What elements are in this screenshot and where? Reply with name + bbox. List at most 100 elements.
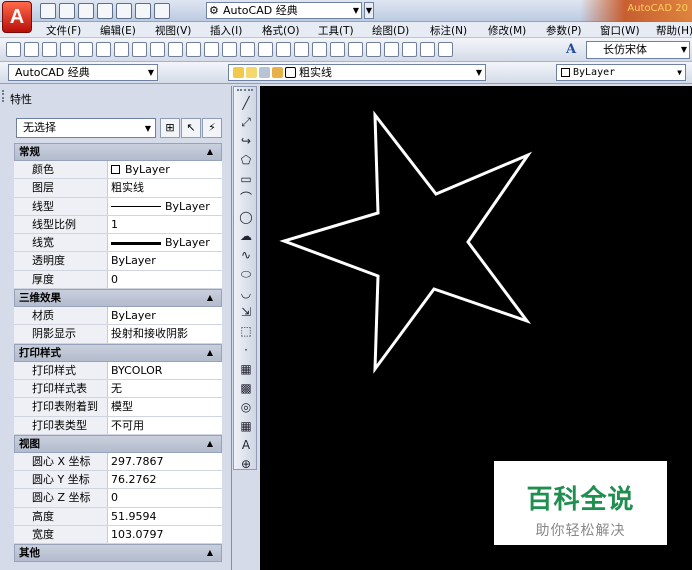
properties-icon[interactable] [330,42,345,57]
property-value[interactable]: 51.9594 [108,507,222,526]
property-value[interactable]: 0 [108,270,222,289]
menu-item[interactable]: 视图(V) [155,23,191,38]
menu-item[interactable]: 文件(F) [46,23,81,38]
property-value[interactable]: 模型 [108,398,222,416]
undo-icon[interactable] [222,42,237,57]
application-menu-button[interactable]: A [2,1,32,33]
publish-icon[interactable] [96,42,111,57]
construction-line-icon[interactable]: ⤢ [238,114,254,130]
color-dropdown[interactable]: ByLayer ▼ [556,64,686,81]
new-icon[interactable] [6,42,21,57]
help-icon[interactable] [438,42,453,57]
property-value[interactable]: 粗实线 [108,179,222,197]
revision-cloud-icon[interactable]: ☁ [238,228,254,244]
line-icon[interactable]: ╱ [238,95,254,111]
markup-icon[interactable] [402,42,417,57]
qat-customize-button[interactable]: ▼ [364,2,374,19]
section-header[interactable]: 常规 ▲ [14,143,222,161]
property-row[interactable]: 圆心 X 坐标 297.7867 [14,452,222,472]
property-value[interactable]: ByLayer [108,252,222,270]
property-row[interactable]: 透明度 ByLayer [14,252,222,271]
property-value[interactable]: 0 [108,489,222,507]
menu-item[interactable]: 工具(T) [318,23,354,38]
undo-icon[interactable] [135,3,151,19]
star-shape[interactable] [279,110,533,374]
property-row[interactable]: 宽度 103.0797 [14,526,222,545]
property-value[interactable]: BYCOLOR [108,361,222,379]
menu-item[interactable]: 窗口(W) [600,23,640,38]
save-icon[interactable] [42,42,57,57]
block-editor-icon[interactable] [204,42,219,57]
zoom-previous-icon[interactable] [312,42,327,57]
property-row[interactable]: 厚度 0 [14,270,222,290]
toggle-pickadd-button[interactable]: ⊞ [160,118,180,138]
design-center-icon[interactable] [348,42,363,57]
property-row[interactable]: 圆心 Z 坐标 0 [14,489,222,508]
zoom-realtime-icon[interactable] [276,42,291,57]
property-row[interactable]: 打印表附着到 模型 [14,398,222,417]
section-header[interactable]: 其他 ▲ [14,544,222,563]
calculator-icon[interactable] [420,42,435,57]
zoom-window-icon[interactable] [294,42,309,57]
cut-icon[interactable] [132,42,147,57]
section-header[interactable]: 打印样式 ▲ [14,343,222,362]
menu-item[interactable]: 帮助(H) [656,23,692,38]
section-header[interactable]: 视图 ▲ [14,434,222,453]
polyline-icon[interactable]: ↪ [238,133,254,149]
property-row[interactable]: 打印样式 BYCOLOR [14,361,222,380]
property-row[interactable]: 颜色 ByLayer [14,161,222,180]
spline-icon[interactable]: ∿ [238,247,254,263]
insert-block-icon[interactable]: ⇲ [238,304,254,320]
ellipse-arc-icon[interactable]: ◡ [238,285,254,301]
save-icon[interactable] [78,3,94,19]
property-value[interactable]: 76.2762 [108,471,222,489]
property-value[interactable]: 投射和接收阴影 [108,325,222,343]
circle-icon[interactable]: ◯ [238,209,254,225]
ellipse-icon[interactable]: ⬭ [238,266,254,282]
section-header[interactable]: 三维效果 ▲ [14,289,222,308]
workspace-dropdown-2[interactable]: AutoCAD 经典 ▼ [8,64,158,81]
open-icon[interactable] [59,3,75,19]
hatch-icon[interactable]: ▦ [238,361,254,377]
print-icon[interactable] [60,42,75,57]
select-objects-button[interactable]: ↖ [181,118,201,138]
property-row[interactable]: 线型比例 1 [14,215,222,235]
redo-icon[interactable] [240,42,255,57]
property-row[interactable]: 线型 ByLayer [14,197,222,216]
rectangle-icon[interactable]: ▭ [238,171,254,187]
property-value[interactable]: 1 [108,215,222,234]
multiline-text-icon[interactable]: A [238,437,254,453]
text-style-icon[interactable]: A [566,42,583,58]
selection-dropdown[interactable]: 无选择 ▼ [16,118,156,138]
property-value[interactable]: 103.0797 [108,526,222,544]
new-icon[interactable] [40,3,56,19]
quick-select-button[interactable]: ⚡ [202,118,222,138]
property-row[interactable]: 圆心 Y 坐标 76.2762 [14,471,222,490]
property-row[interactable]: 打印表类型 不可用 [14,416,222,435]
pan-icon[interactable] [258,42,273,57]
sheet-set-icon[interactable] [384,42,399,57]
print-icon[interactable] [116,3,132,19]
gradient-icon[interactable]: ▩ [238,380,254,396]
property-value[interactable]: 297.7867 [108,452,222,471]
arc-icon[interactable]: ⌒ [238,190,254,206]
workspace-dropdown[interactable]: ⚙ AutoCAD 经典 ▼ [206,2,362,19]
property-row[interactable]: 阴影显示 投射和接收阴影 [14,325,222,344]
property-value[interactable]: ByLayer [108,234,222,252]
property-value[interactable]: 不可用 [108,416,222,434]
menu-item[interactable]: 参数(P) [546,23,582,38]
property-row[interactable]: 线宽 ByLayer [14,234,222,253]
save-as-icon[interactable] [97,3,113,19]
copy-icon[interactable] [150,42,165,57]
layer-dropdown[interactable]: 粗实线 ▼ [228,64,486,81]
make-block-icon[interactable]: ⬚ [238,323,254,339]
menu-item[interactable]: 格式(O) [262,23,299,38]
text-style-dropdown[interactable]: 长仿宋体 ▼ [586,41,690,59]
property-row[interactable]: 图层 粗实线 [14,179,222,198]
menu-item[interactable]: 插入(I) [210,23,242,38]
region-icon[interactable]: ◎ [238,399,254,415]
property-value[interactable]: ByLayer [108,197,222,215]
menu-item[interactable]: 标注(N) [430,23,467,38]
design-center-icon[interactable] [114,42,129,57]
tool-palettes-icon[interactable] [366,42,381,57]
